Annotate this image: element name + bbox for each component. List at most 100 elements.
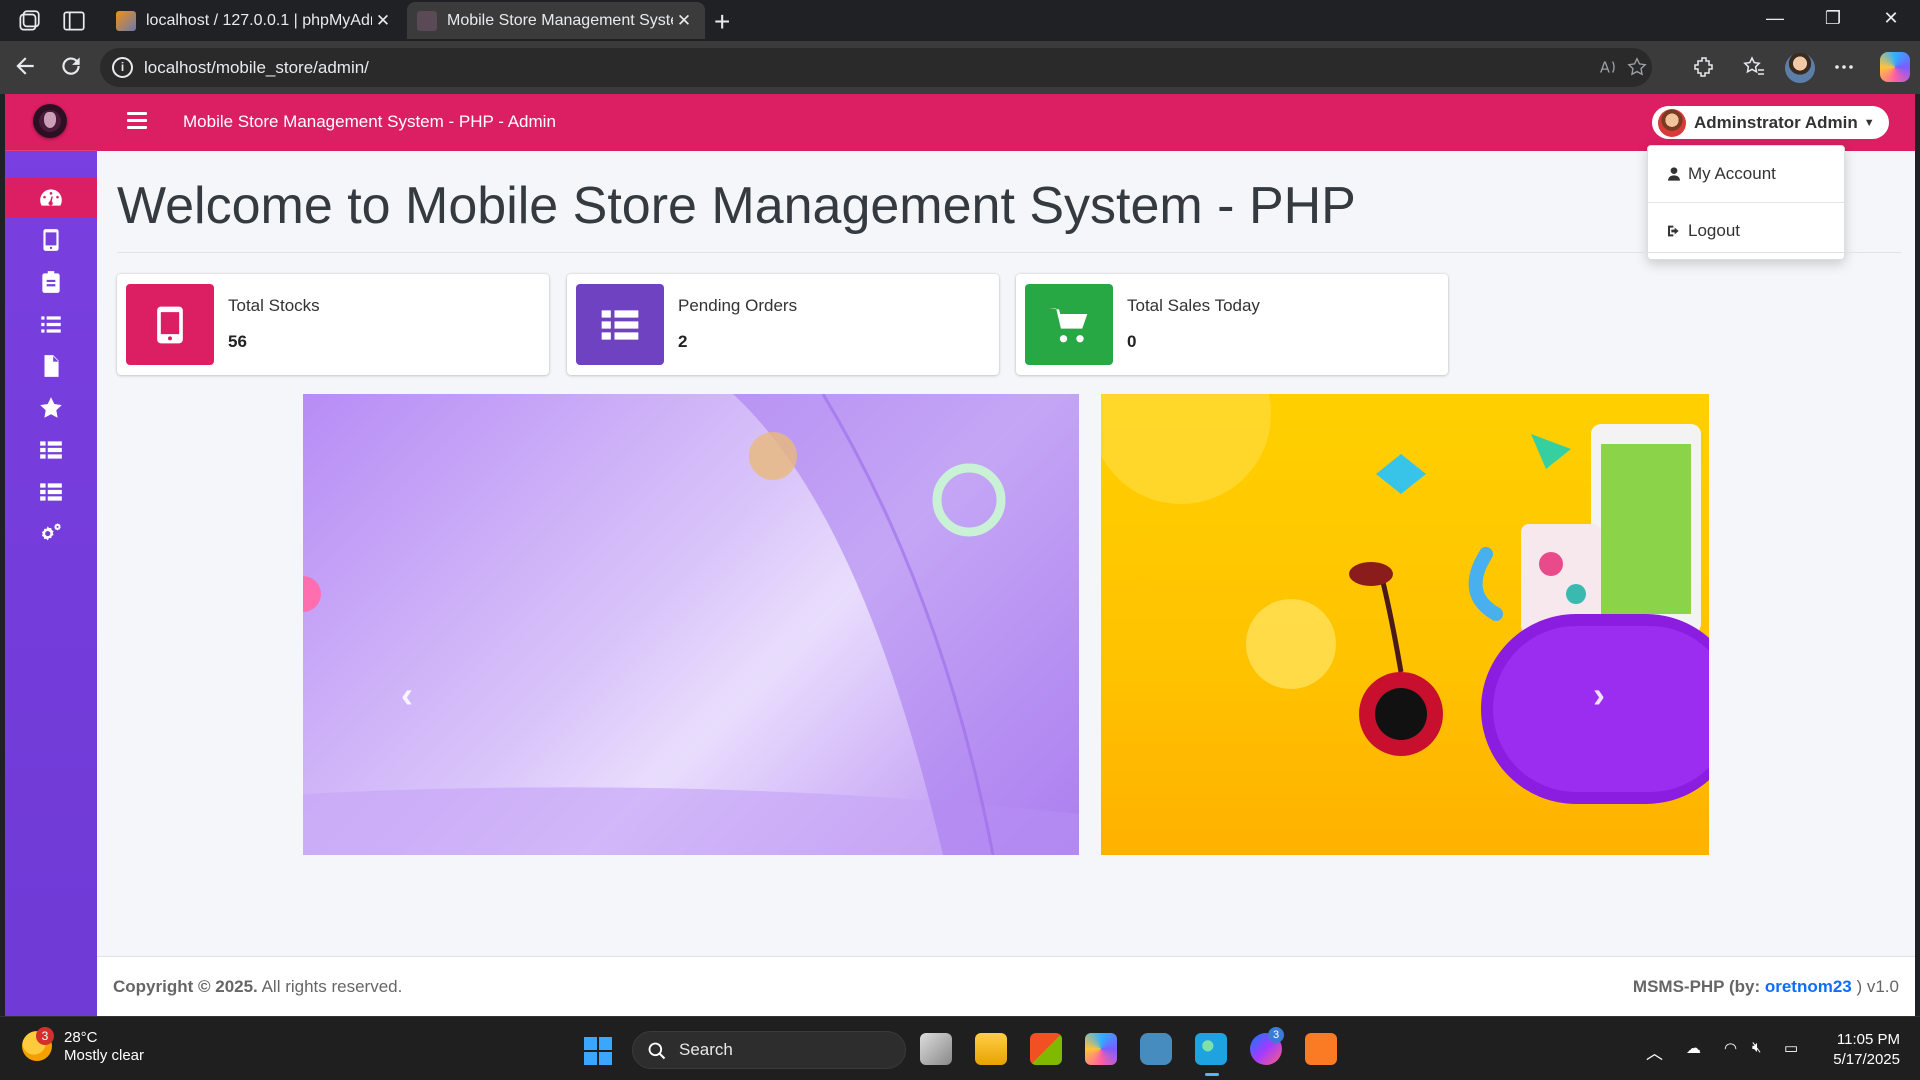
mobile-icon	[43, 229, 59, 251]
onedrive-icon[interactable]: ☁	[1686, 1039, 1701, 1057]
table-icon	[601, 309, 639, 340]
url-text[interactable]: localhost/mobile_store/admin/	[144, 58, 369, 78]
info-label: Total Sales Today	[1127, 296, 1260, 315]
profile-avatar[interactable]	[1785, 53, 1815, 83]
phpmyadmin-favicon	[116, 10, 136, 31]
battery-icon[interactable]: ▭	[1784, 1039, 1798, 1057]
restore-button[interactable]: ❐	[1818, 8, 1848, 29]
sidebar-item-dashboard[interactable]	[5, 178, 97, 218]
author-link[interactable]: oretnom23	[1765, 977, 1852, 996]
refresh-icon[interactable]	[58, 53, 84, 79]
favorites-icon[interactable]	[1742, 55, 1766, 79]
page-title: Welcome to Mobile Store Management Syste…	[117, 177, 1356, 235]
extensions-icon[interactable]	[1692, 55, 1716, 79]
new-tab-button[interactable]: +	[714, 6, 730, 38]
more-options-icon[interactable]	[1832, 55, 1856, 79]
info-box-total-sales-today: Total Sales Today 0	[1016, 274, 1448, 375]
volume-muted-icon[interactable]: 🔇︎	[1752, 1039, 1761, 1056]
edge-browser-icon[interactable]	[1195, 1033, 1227, 1076]
info-label: Pending Orders	[678, 296, 798, 315]
carousel-banner-left[interactable]	[303, 394, 1079, 855]
phone-promo-image	[1101, 394, 1709, 804]
tab-close-button[interactable]: ✕	[372, 11, 394, 31]
info-value: 0	[1127, 332, 1137, 351]
file-icon	[44, 355, 59, 377]
table-icon	[40, 441, 62, 459]
tab-mobile-store[interactable]: Mobile Store Management Syster ✕	[407, 2, 705, 39]
system-clock[interactable]: 11:05 PM 5/17/2025	[1820, 1030, 1900, 1070]
minimize-button[interactable]: —	[1760, 8, 1790, 29]
cogs-icon	[41, 523, 61, 541]
tab-close-button[interactable]: ✕	[673, 11, 695, 31]
carousel-next-icon[interactable]: ›	[1593, 674, 1605, 716]
messenger-badge: 3	[1268, 1027, 1284, 1043]
read-aloud-icon[interactable]: A	[1598, 56, 1620, 78]
browser-toolbar: i localhost/mobile_store/admin/ A	[0, 41, 1920, 94]
copyright-rest: All rights reserved.	[257, 977, 403, 996]
copyright-bold: Copyright © 2025.	[113, 977, 258, 996]
sidebar-item-inventory[interactable]	[5, 262, 97, 302]
start-button-icon[interactable]	[584, 1037, 612, 1065]
temperature: 28°C	[64, 1029, 98, 1046]
taskbar-search[interactable]: Search	[632, 1031, 906, 1069]
sidebar-item-brands[interactable]	[5, 388, 97, 428]
sidebar-item-orders[interactable]	[5, 304, 97, 344]
my-account-link[interactable]: My Account	[1648, 146, 1844, 202]
sidebar	[5, 94, 97, 1016]
task-view-icon[interactable]	[920, 1033, 952, 1065]
info-icon-bg	[576, 284, 664, 365]
top-navbar: Mobile Store Management System - PHP - A…	[97, 94, 1915, 151]
brand-logo[interactable]	[33, 104, 67, 138]
favorite-star-icon[interactable]	[1626, 56, 1648, 78]
menu-toggle-icon[interactable]	[127, 112, 147, 130]
microsoft-store-icon[interactable]	[1030, 1033, 1062, 1065]
tab-actions-icon[interactable]	[61, 8, 87, 34]
show-hidden-icons[interactable]: ︿	[1646, 1039, 1663, 1064]
info-icon-bg	[1025, 284, 1113, 365]
clock-time: 11:05 PM	[1836, 1031, 1900, 1048]
tab-phpmyadmin[interactable]: localhost / 127.0.0.1 | phpMyAdm ✕	[106, 2, 404, 39]
user-menu-button[interactable]: Adminstrator Admin ▼	[1652, 106, 1889, 139]
credit-prefix: MSMS-PHP (by:	[1632, 977, 1765, 996]
site-favicon	[417, 10, 437, 31]
godot-icon[interactable]	[1140, 1033, 1172, 1065]
purple-abstract-image	[303, 394, 1079, 855]
mobile-icon	[157, 306, 183, 343]
sidebar-item-users[interactable]	[5, 472, 97, 512]
carousel-prev-icon[interactable]: ‹	[401, 674, 413, 716]
copilot-icon[interactable]	[1880, 52, 1910, 82]
navbar-title[interactable]: Mobile Store Management System - PHP - A…	[183, 112, 556, 132]
xampp-icon[interactable]	[1305, 1033, 1337, 1065]
logout-link[interactable]: Logout	[1648, 203, 1844, 259]
info-label: Total Stocks	[228, 296, 320, 315]
carousel-banner-right[interactable]	[1101, 394, 1709, 855]
file-explorer-icon[interactable]	[975, 1033, 1007, 1065]
site-info-icon[interactable]: i	[112, 57, 133, 78]
info-icon-bg	[126, 284, 214, 365]
back-icon[interactable]	[12, 53, 38, 79]
star-icon	[40, 397, 62, 418]
search-icon	[648, 1042, 666, 1060]
close-window-button[interactable]: ✕	[1876, 8, 1906, 29]
address-bar[interactable]: i localhost/mobile_store/admin/ A	[100, 48, 1652, 87]
table-icon	[40, 483, 62, 501]
clock-date: 5/17/2025	[1833, 1051, 1900, 1068]
user-avatar	[1658, 108, 1686, 137]
weather-badge: 3	[36, 1027, 54, 1045]
info-value: 56	[228, 332, 247, 351]
copilot-app-icon[interactable]	[1085, 1033, 1117, 1065]
weather-condition: Mostly clear	[64, 1047, 145, 1064]
dashboard-icon	[40, 189, 62, 206]
sidebar-item-reports[interactable]	[5, 346, 97, 386]
sidebar-item-categories[interactable]	[5, 430, 97, 470]
sidebar-item-settings[interactable]	[5, 514, 97, 554]
list-icon	[41, 316, 61, 333]
tab-title: Mobile Store Management Syster	[447, 11, 673, 29]
info-box-total-stocks: Total Stocks 56	[117, 274, 549, 375]
brand-area[interactable]	[5, 94, 97, 151]
workspaces-icon[interactable]	[16, 8, 42, 34]
sidebar-item-products[interactable]	[5, 220, 97, 260]
wifi-icon[interactable]: ◠	[1724, 1039, 1737, 1057]
windows-taskbar: 3 28°C Mostly clear Search 3 ︿ ☁ ◠ 🔇︎ ▭ 1…	[0, 1016, 1920, 1080]
clipboard-icon	[42, 271, 60, 293]
